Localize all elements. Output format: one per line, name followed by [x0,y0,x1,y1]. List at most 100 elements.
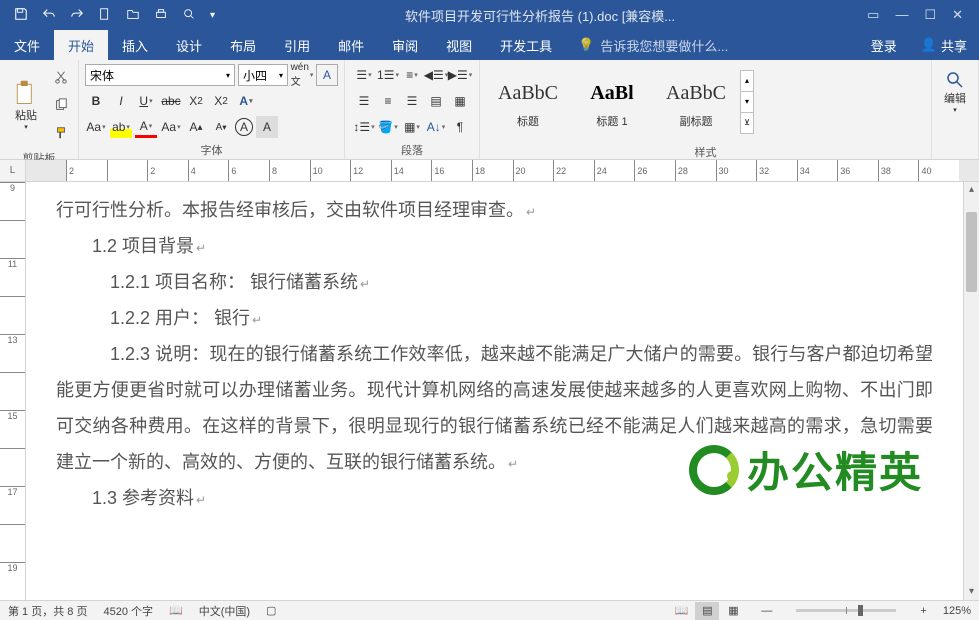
ribbon-options-icon[interactable]: ▭ [867,7,879,23]
tab-design[interactable]: 设计 [162,30,216,60]
tab-layout[interactable]: 布局 [216,30,270,60]
distributed-icon[interactable]: ▦ [449,90,471,112]
character-border-icon[interactable]: A [316,64,338,86]
tell-me-search[interactable]: 💡 告诉我您想要做什么... [566,30,740,60]
style-name-label: 副标题 [680,113,713,129]
bullets-icon[interactable]: ☰ [353,64,375,86]
zoom-out-icon[interactable]: — [761,605,772,617]
doc-heading2[interactable]: 1.3 参考资料 [92,480,933,516]
scroll-down-icon[interactable]: ▾ [964,584,979,600]
paste-button[interactable]: 粘贴 ▾ [4,62,48,148]
phonetic-guide-icon[interactable]: wén文 [291,64,313,86]
strikethrough-icon[interactable]: abc [160,90,182,112]
font-color-icon[interactable]: A [135,116,157,138]
format-painter-icon[interactable] [50,122,72,144]
document-page[interactable]: 行可行性分析。本报告经审核后，交由软件项目经理审查。 1.2 项目背景 1.2.… [26,182,963,600]
language-status[interactable]: 中文(中国) [199,603,250,619]
doc-heading2[interactable]: 1.2 项目背景 [92,228,933,264]
gallery-up-icon[interactable]: ▴ [741,71,753,92]
tab-insert[interactable]: 插入 [108,30,162,60]
gallery-expand-icon[interactable]: ⊻ [741,113,753,133]
ribbon-tabs: 文件 开始 插入 设计 布局 引用 邮件 审阅 视图 开发工具 💡 告诉我您想要… [0,30,979,60]
tab-review[interactable]: 审阅 [378,30,432,60]
open-icon[interactable] [126,7,140,24]
italic-icon[interactable]: I [110,90,132,112]
change-case-icon[interactable]: Aa [85,116,107,138]
align-center-icon[interactable]: ≡ [377,90,399,112]
gallery-down-icon[interactable]: ▾ [741,92,753,113]
font-name-value: 宋体 [90,67,114,84]
new-doc-icon[interactable] [98,7,112,24]
doc-line[interactable]: 行可行性分析。本报告经审核后，交由软件项目经理审查。 [56,192,933,228]
shrink-font-icon[interactable]: A▾ [210,116,232,138]
save-icon[interactable] [14,7,28,24]
style-subtitle[interactable]: AaBbC 副标题 [656,66,736,136]
doc-heading3[interactable]: 1.2.2 用户： 银行 [110,300,933,336]
tab-view[interactable]: 视图 [432,30,486,60]
zoom-level[interactable]: 125% [943,605,971,617]
show-marks-icon[interactable]: ¶ [449,116,471,138]
copy-icon[interactable] [50,94,72,116]
tab-developer[interactable]: 开发工具 [486,30,566,60]
style-title[interactable]: AaBbC 标题 [488,66,568,136]
scroll-thumb[interactable] [966,212,977,292]
align-right-icon[interactable]: ☰ [401,90,423,112]
read-mode-icon[interactable]: 📖 [669,602,693,620]
ruler-vertical[interactable]: 91113151719 [0,182,26,600]
scroll-up-icon[interactable]: ▴ [964,182,979,198]
superscript-icon[interactable]: X2 [210,90,232,112]
close-icon[interactable]: ✕ [952,7,963,23]
grow-font-icon[interactable]: A▴ [185,116,207,138]
font-name-select[interactable]: 宋体▾ [85,64,235,86]
undo-icon[interactable] [42,7,56,24]
char-shading-icon[interactable]: Aa [160,116,182,138]
doc-heading3[interactable]: 1.2.1 项目名称： 银行储蓄系统 [110,264,933,300]
web-layout-icon[interactable]: ▦ [721,602,745,620]
borders-icon[interactable]: ▦ [401,116,423,138]
enclose-char-icon[interactable]: A [235,118,253,136]
ruler-horizontal[interactable]: L 2246810121416182022242628303234363840 [0,160,979,182]
sort-icon[interactable]: A↓ [425,116,447,138]
tab-home[interactable]: 开始 [54,30,108,60]
styles-gallery-more[interactable]: ▴ ▾ ⊻ [740,70,754,134]
text-effects-icon[interactable]: A [235,90,257,112]
underline-icon[interactable]: U [135,90,157,112]
justify-icon[interactable]: ▤ [425,90,447,112]
tab-mailings[interactable]: 邮件 [324,30,378,60]
print-preview-icon[interactable] [182,7,196,24]
zoom-slider[interactable] [796,609,896,612]
maximize-icon[interactable]: ☐ [924,7,936,23]
style-heading1[interactable]: AaBl 标题 1 [572,66,652,136]
doc-paragraph[interactable]: 1.2.3 说明：现在的银行储蓄系统工作效率低，越来越不能满足广大储户的需要。银… [56,336,933,480]
cut-icon[interactable] [50,66,72,88]
qat-more-icon[interactable]: ▾ [210,10,215,21]
page-number-status[interactable]: 第 1 页，共 8 页 [8,603,87,619]
redo-icon[interactable] [70,7,84,24]
tab-file[interactable]: 文件 [0,30,54,60]
find-button[interactable]: 编辑 ▾ [936,62,974,157]
minimize-icon[interactable]: — [895,7,908,23]
highlight-icon[interactable]: ab [110,116,132,138]
login-button[interactable]: 登录 [859,30,909,60]
increase-indent-icon[interactable]: ▶☰ [449,64,471,86]
shading-icon[interactable]: 🪣 [377,116,399,138]
zoom-in-icon[interactable]: + [920,605,926,617]
subscript-icon[interactable]: X2 [185,90,207,112]
font-size-select[interactable]: 小四▾ [238,64,288,86]
clear-format-icon[interactable]: A [256,116,278,138]
tab-references[interactable]: 引用 [270,30,324,60]
macro-recording-icon[interactable]: ▢ [266,604,276,617]
spell-check-icon[interactable]: 📖 [169,604,183,617]
print-layout-icon[interactable]: ▤ [695,602,719,620]
quick-print-icon[interactable] [154,7,168,24]
scrollbar-vertical[interactable]: ▴ ▾ [963,182,979,600]
word-count-status[interactable]: 4520 个字 [103,603,153,619]
align-left-icon[interactable]: ☰ [353,90,375,112]
multilevel-list-icon[interactable]: ≡ [401,64,423,86]
decrease-indent-icon[interactable]: ◀☰ [425,64,447,86]
tab-selector-icon[interactable]: L [0,160,26,181]
numbering-icon[interactable]: 1☰ [377,64,399,86]
line-spacing-icon[interactable]: ↕☰ [353,116,375,138]
share-button[interactable]: 👤 共享 [909,30,979,60]
bold-icon[interactable]: B [85,90,107,112]
